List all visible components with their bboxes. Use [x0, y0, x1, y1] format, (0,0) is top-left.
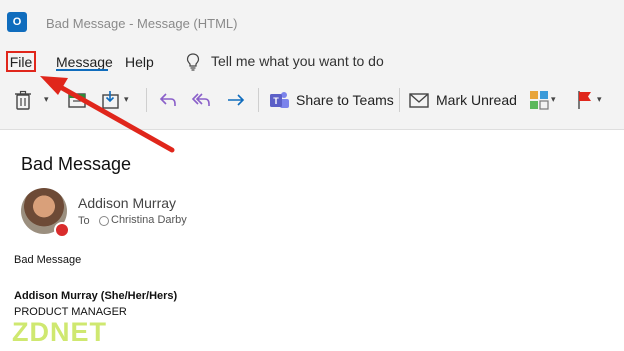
presence-unknown-icon	[99, 216, 109, 226]
menu-message[interactable]: Message	[56, 54, 113, 70]
window-title: Bad Message - Message (HTML)	[46, 16, 238, 31]
archive-icon[interactable]	[66, 89, 88, 111]
forward-icon[interactable]	[225, 89, 247, 111]
message-subject: Bad Message	[21, 154, 132, 174]
mark-unread-button[interactable]: Mark Unread	[436, 92, 517, 108]
sender-name[interactable]: Addison Murray	[78, 195, 176, 211]
move-icon[interactable]	[100, 89, 122, 111]
chevron-down-icon[interactable]: ▾	[551, 94, 556, 105]
outlook-app-icon: O	[7, 12, 27, 32]
delete-icon[interactable]	[12, 89, 34, 111]
menu-file[interactable]: File	[6, 51, 36, 72]
title-bar: O Bad Message - Message (HTML)	[0, 0, 624, 46]
menu-help[interactable]: Help	[125, 54, 154, 70]
toolbar-divider	[146, 88, 147, 112]
to-label: To	[78, 215, 90, 227]
signature-name: Addison Murray (She/Her/Hers)	[14, 290, 178, 302]
ribbon-toolbar: ▾ ▾ T Share to Teams Mark Unread ▾ ▾	[0, 80, 624, 120]
reply-all-icon[interactable]	[190, 89, 212, 111]
chevron-down-icon[interactable]: ▾	[124, 94, 129, 105]
lightbulb-icon	[186, 53, 200, 71]
chevron-down-icon[interactable]: ▾	[597, 94, 602, 105]
svg-text:T: T	[273, 96, 279, 106]
tell-me-search[interactable]: Tell me what you want to do	[211, 53, 384, 69]
presence-busy-icon	[54, 222, 70, 238]
zdnet-watermark: ZDNET	[12, 317, 107, 347]
share-to-teams-button[interactable]: Share to Teams	[296, 92, 394, 108]
teams-icon[interactable]: T	[268, 89, 290, 111]
categorize-icon[interactable]	[528, 89, 550, 111]
active-tab-underline	[56, 69, 108, 71]
toolbar-divider	[399, 88, 400, 112]
reply-icon[interactable]	[157, 89, 179, 111]
toolbar-divider	[258, 88, 259, 112]
recipient-name[interactable]: Christina Darby	[111, 214, 187, 226]
mail-icon[interactable]	[408, 89, 430, 111]
message-body-text: Bad Message	[14, 254, 82, 266]
flag-icon[interactable]	[574, 89, 596, 111]
chevron-down-icon[interactable]: ▾	[44, 94, 49, 105]
